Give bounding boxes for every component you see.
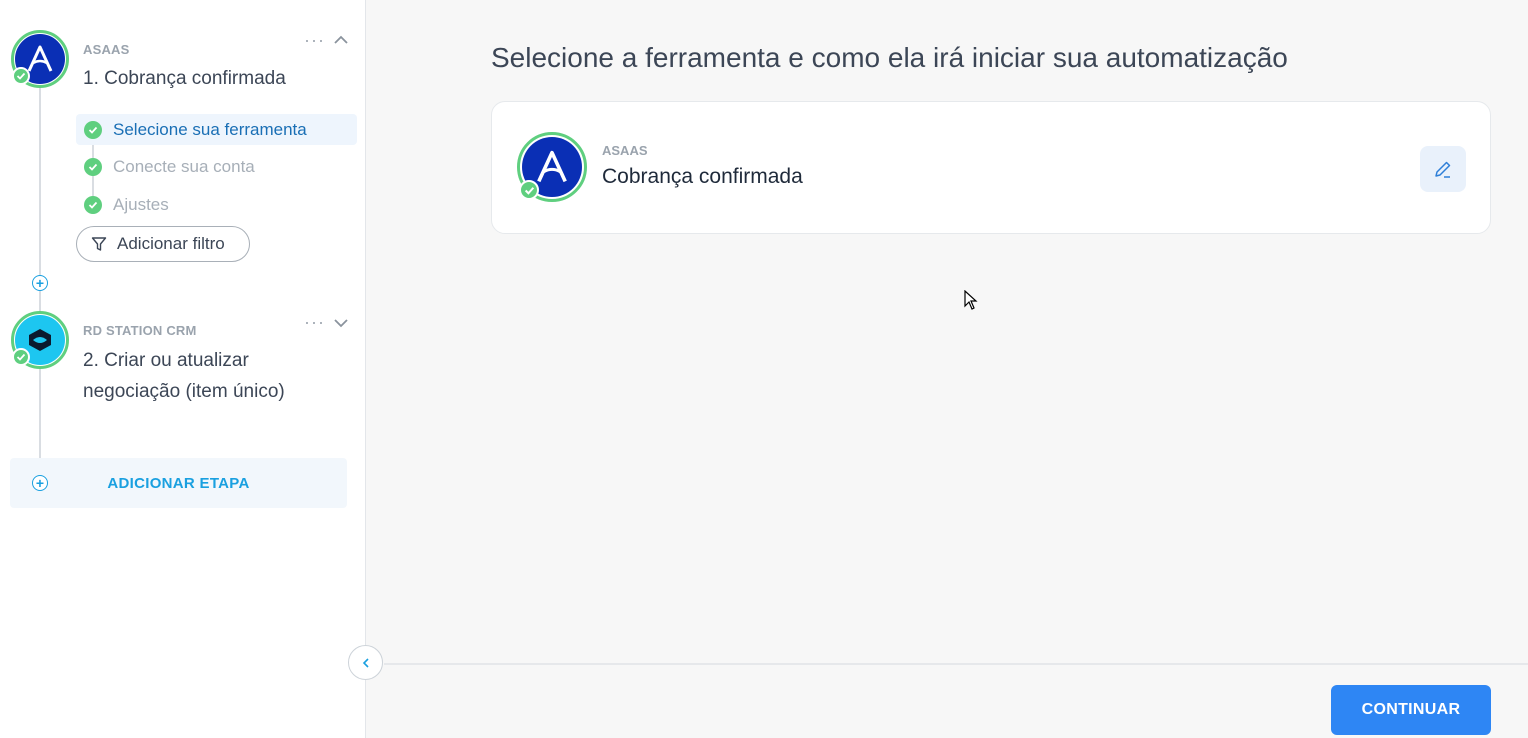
substep-label: Ajustes (113, 194, 169, 214)
filter-icon (91, 237, 107, 251)
selected-tool-card: ASAAS Cobrança confirmada (491, 101, 1491, 234)
substep-connect-account[interactable]: Conecte sua conta (76, 151, 357, 182)
check-icon (12, 348, 30, 366)
add-filter-button[interactable]: Adicionar filtro (76, 226, 250, 262)
footer-divider (384, 663, 1528, 665)
rd-station-icon (29, 329, 51, 351)
add-step-plus-icon[interactable]: + (32, 475, 48, 491)
insert-step-plus-icon[interactable]: + (32, 275, 48, 291)
check-icon (12, 67, 30, 85)
step-2-title-line1[interactable]: 2. Criar ou atualizar (83, 345, 249, 376)
add-filter-label: Adicionar filtro (117, 234, 225, 253)
timeline-line (39, 60, 41, 485)
card-app-name: ASAAS (602, 143, 648, 158)
check-icon (519, 180, 539, 200)
step-2-more-button[interactable]: ··· (304, 312, 325, 333)
step-1-title[interactable]: 1. Cobrança confirmada (83, 63, 286, 94)
step-1-more-button[interactable]: ··· (304, 30, 325, 51)
step-2-title-line2[interactable]: negociação (item único) (83, 376, 285, 407)
pencil-icon (1435, 161, 1451, 178)
check-icon (84, 120, 102, 139)
mouse-cursor-icon (964, 290, 978, 310)
check-icon (84, 195, 102, 214)
add-step-button[interactable]: ADICIONAR ETAPA (10, 458, 347, 508)
substep-select-tool[interactable]: Selecione sua ferramenta (76, 114, 357, 145)
substep-label: Selecione sua ferramenta (113, 119, 307, 139)
substep-settings[interactable]: Ajustes (76, 189, 357, 220)
chevron-left-icon (362, 657, 369, 668)
asaas-a-icon (537, 150, 567, 183)
substep-label: Conecte sua conta (113, 156, 255, 176)
continue-label: CONTINUAR (1361, 701, 1461, 718)
chevron-up-icon[interactable] (332, 31, 350, 49)
page-title: Selecione a ferramenta e como ela irá in… (491, 42, 1288, 73)
card-trigger-title: Cobrança confirmada (602, 165, 803, 188)
check-icon (84, 157, 102, 176)
edit-button[interactable] (1420, 146, 1466, 192)
collapse-sidebar-button[interactable] (348, 645, 383, 680)
step-2-app-name: RD STATION CRM (83, 323, 197, 338)
add-step-label: ADICIONAR ETAPA (107, 474, 250, 492)
step-1-app-name: ASAAS (83, 42, 130, 57)
asaas-a-icon (27, 45, 53, 72)
chevron-down-icon[interactable] (332, 314, 350, 332)
continue-button[interactable]: CONTINUAR (1331, 685, 1491, 735)
sidebar: ASAAS 1. Cobrança confirmada ··· Selecio… (0, 0, 366, 738)
